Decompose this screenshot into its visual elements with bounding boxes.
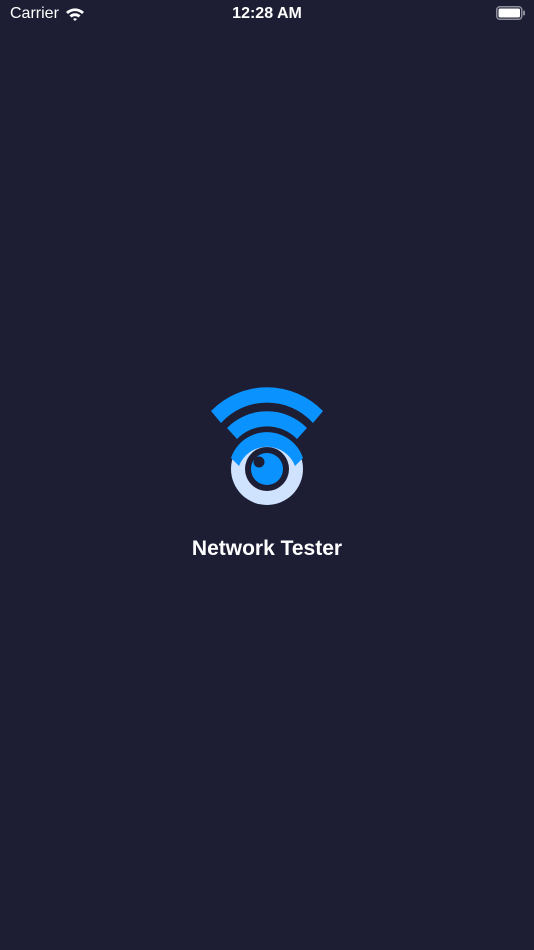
status-time: 12:28 AM — [232, 5, 302, 22]
battery-icon — [496, 6, 526, 20]
splash-content: Network Tester — [0, 380, 534, 562]
network-eye-logo-icon — [211, 387, 323, 505]
status-bar: Carrier 12:28 AM — [0, 0, 534, 28]
app-title: Network Tester — [191, 537, 343, 560]
